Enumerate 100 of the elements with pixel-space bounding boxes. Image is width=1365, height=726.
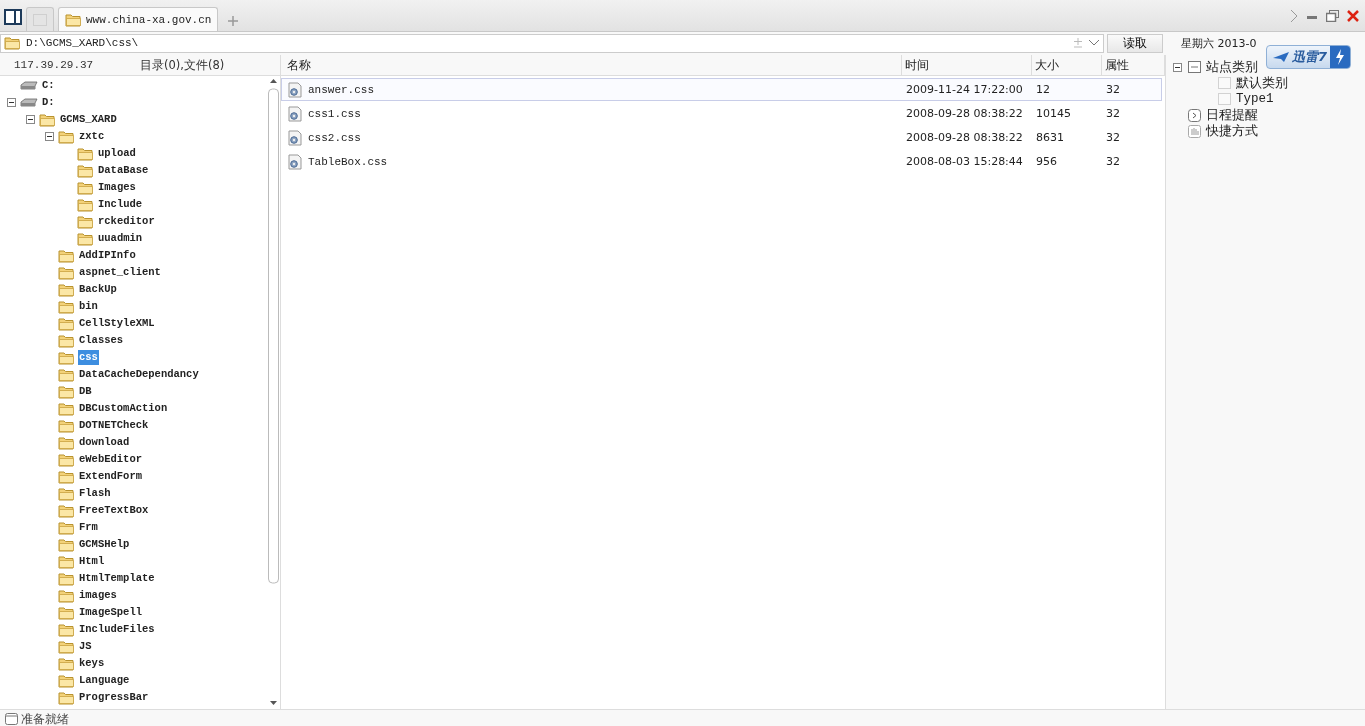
- status-text: 准备就绪: [21, 710, 69, 726]
- folder-name[interactable]: uuadmin: [97, 231, 144, 246]
- folder-name[interactable]: zxtc: [78, 129, 106, 144]
- folder-name[interactable]: D:: [41, 95, 56, 110]
- lightning-icon: [1335, 49, 1346, 65]
- folder-name[interactable]: DB: [78, 384, 93, 399]
- folder-name[interactable]: Frm: [78, 520, 99, 535]
- folder-name[interactable]: bin: [78, 299, 99, 314]
- file-attributes: 32: [1105, 155, 1121, 168]
- folder-icon: [58, 520, 75, 535]
- file-settings-icon: [288, 81, 302, 98]
- close-icon[interactable]: [1347, 10, 1359, 22]
- column-header[interactable]: 属性: [1102, 55, 1165, 75]
- folder-name[interactable]: rckeditor: [97, 214, 156, 229]
- collapse-toggle[interactable]: [7, 98, 16, 107]
- column-header[interactable]: 大小: [1032, 55, 1102, 75]
- file-name: TableBox.css: [308, 155, 388, 168]
- folder-icon: [58, 537, 75, 552]
- file-row[interactable]: answer.css 2009-11-24 17:22:00 12 32: [281, 78, 1162, 101]
- modified-time: 2008-09-28 08:38:22: [905, 107, 1024, 120]
- folder-name[interactable]: keys: [78, 656, 106, 671]
- item-icon: [1218, 77, 1231, 89]
- folder-name[interactable]: upload: [97, 146, 137, 161]
- folder-name[interactable]: CellStyleXML: [78, 316, 156, 331]
- folder-name[interactable]: Images: [97, 180, 137, 195]
- folder-name[interactable]: download: [78, 435, 131, 450]
- folder-icon: [58, 265, 75, 280]
- folder-icon: [4, 36, 21, 50]
- browser-tab[interactable]: www.china-xa.gov.cn: [58, 7, 219, 31]
- file-name: answer.css: [308, 83, 374, 96]
- folder-summary: 目录(0),文件(8): [140, 57, 225, 73]
- folder-name[interactable]: Html: [78, 554, 106, 569]
- bird-icon: [1273, 51, 1289, 63]
- folder-name[interactable]: DataCacheDependancy: [78, 367, 200, 382]
- read-button[interactable]: 读取: [1107, 33, 1163, 53]
- folder-name[interactable]: Language: [78, 673, 131, 688]
- folder-icon: [58, 503, 75, 518]
- collapse-toggle[interactable]: [45, 132, 54, 141]
- folder-icon: [58, 622, 75, 637]
- dropdown-icon[interactable]: [1088, 39, 1100, 47]
- folder-name[interactable]: ExtendForm: [78, 469, 143, 484]
- collapse-toggle[interactable]: [26, 115, 35, 124]
- folder-icon: [77, 214, 94, 229]
- folder-icon: [77, 180, 94, 195]
- file-settings-icon: [288, 129, 302, 146]
- tree-item[interactable]: 日程提醒: [1206, 106, 1258, 124]
- address-field[interactable]: D:\GCMS_XARD\css\: [0, 33, 1104, 53]
- tree-item[interactable]: 默认类别: [1236, 74, 1288, 92]
- folder-name[interactable]: BackUp: [78, 282, 118, 297]
- folder-name[interactable]: ProgressBar: [78, 690, 150, 705]
- folder-name[interactable]: DataBase: [97, 163, 150, 178]
- folder-name[interactable]: Flash: [78, 486, 112, 501]
- folder-name[interactable]: HtmlTemplate: [78, 571, 156, 586]
- folder-icon: [58, 639, 75, 654]
- folder-name[interactable]: IncludeFiles: [78, 622, 156, 637]
- restore-icon[interactable]: [1326, 10, 1339, 22]
- folder-name[interactable]: eWebEditor: [78, 452, 143, 467]
- file-attributes: 32: [1105, 131, 1121, 144]
- modified-time: 2009-11-24 17:22:00: [905, 83, 1024, 96]
- folder-name[interactable]: Classes: [78, 333, 125, 348]
- modified-time: 2008-09-28 08:38:22: [905, 131, 1024, 144]
- file-settings-icon: [288, 153, 302, 170]
- folder-icon: [58, 401, 75, 416]
- folder-name[interactable]: aspnet_client: [78, 265, 162, 280]
- collapse-toggle[interactable]: [1173, 62, 1182, 72]
- folder-name[interactable]: images: [78, 588, 118, 603]
- folder-name[interactable]: DOTNETCheck: [78, 418, 150, 433]
- file-name: css1.css: [308, 107, 361, 120]
- file-row[interactable]: TableBox.css 2008-08-03 15:28:44 956 32: [281, 150, 1162, 173]
- folder-icon: [77, 197, 94, 212]
- file-attributes: 32: [1105, 83, 1121, 96]
- folder-name[interactable]: GCMSHelp: [78, 537, 131, 552]
- drive-icon: [20, 80, 38, 91]
- chevron-right-icon[interactable]: [1290, 9, 1298, 23]
- tree-item[interactable]: 站点类别: [1206, 58, 1258, 76]
- file-row[interactable]: css1.css 2008-09-28 08:38:22 10145 32: [281, 102, 1162, 125]
- folder-name[interactable]: ImageSpell: [78, 605, 143, 620]
- folder-icon: [39, 112, 56, 127]
- column-header[interactable]: 名称: [284, 55, 902, 75]
- folder-icon: [58, 673, 75, 688]
- folder-name[interactable]: C:: [41, 78, 56, 93]
- folder-icon: [58, 435, 75, 450]
- sidebar-toggle-icon[interactable]: [4, 9, 22, 25]
- folder-icon: [58, 367, 75, 382]
- column-header[interactable]: 时间: [902, 55, 1032, 75]
- folder-name[interactable]: FreeTextBox: [78, 503, 150, 518]
- tree-item[interactable]: 快捷方式: [1206, 122, 1258, 140]
- folder-icon: [58, 469, 75, 484]
- folder-name[interactable]: Include: [97, 197, 144, 212]
- folder-name[interactable]: AddIPInfo: [78, 248, 137, 263]
- folder-icon: [58, 588, 75, 603]
- tree-item[interactable]: Type1: [1236, 92, 1274, 106]
- file-size: 8631: [1035, 131, 1065, 144]
- folder-name[interactable]: JS: [78, 639, 93, 654]
- download-badge[interactable]: 迅雷7: [1266, 45, 1352, 69]
- scrollbar[interactable]: [267, 76, 280, 708]
- folder-name[interactable]: GCMS_XARD: [59, 112, 118, 127]
- file-row[interactable]: css2.css 2008-09-28 08:38:22 8631 32: [281, 126, 1162, 149]
- folder-name[interactable]: DBCustomAction: [78, 401, 169, 416]
- folder-icon: [58, 384, 75, 399]
